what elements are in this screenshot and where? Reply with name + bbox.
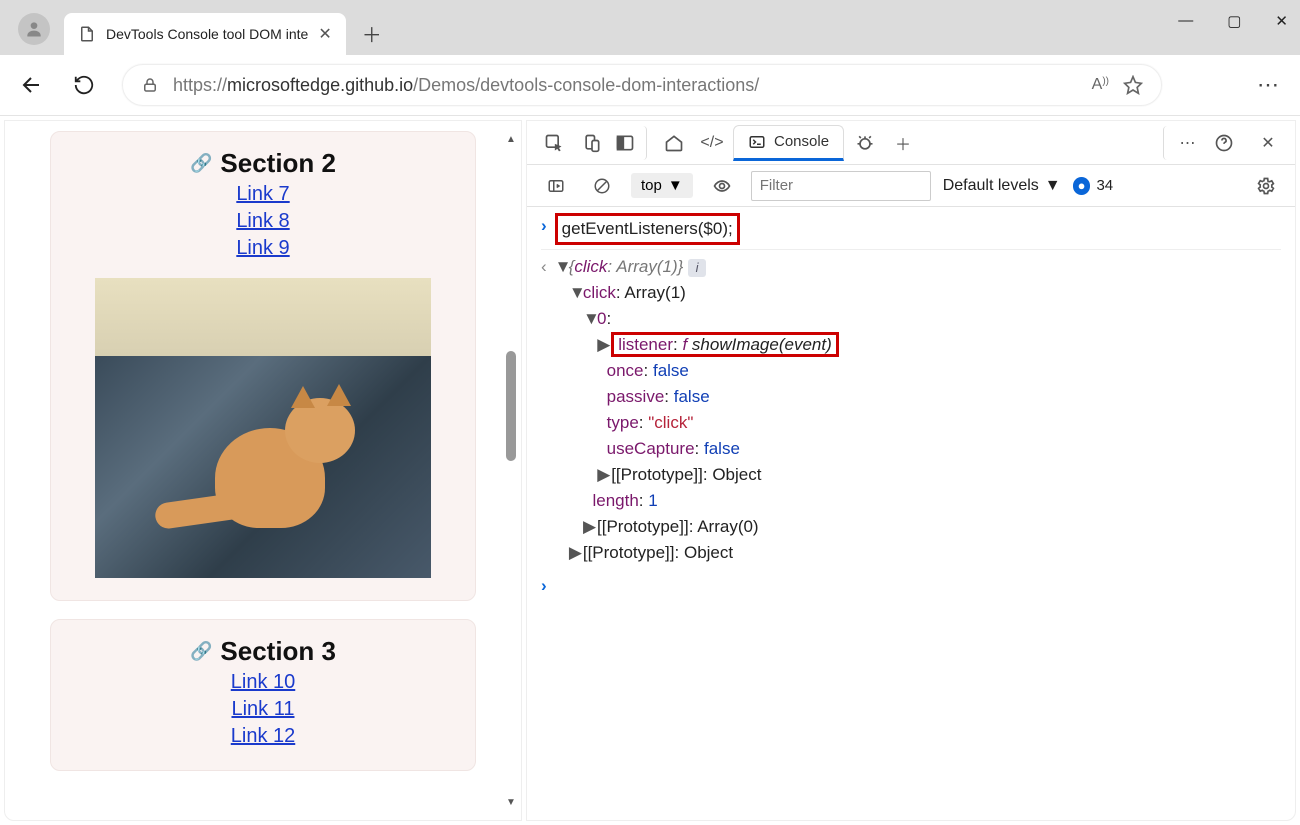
issues-tab-icon[interactable] [848, 126, 882, 160]
favorite-icon[interactable] [1123, 75, 1143, 95]
section-image[interactable] [95, 278, 431, 578]
issues-icon: ● [1073, 177, 1091, 195]
page-icon [78, 25, 96, 43]
content-area: 🔗Section 2 Link 7 Link 8 Link 9 🔗Section… [0, 115, 1300, 825]
menu-button[interactable]: ⋯ [1254, 72, 1282, 98]
result-icon: ‹ [541, 254, 547, 280]
console-settings-icon[interactable] [1249, 169, 1283, 203]
section-heading: 🔗Section 2 [71, 148, 455, 179]
clear-console-icon[interactable] [585, 169, 619, 203]
chevron-down-icon: ▼ [668, 177, 683, 194]
close-window-button[interactable]: ✕ [1275, 12, 1288, 30]
highlighted-input: getEventListeners($0); [555, 213, 740, 245]
more-tabs-icon[interactable]: ＋ [886, 126, 920, 160]
prompt-icon: › [541, 213, 547, 239]
log-levels-selector[interactable]: Default levels▼ [943, 177, 1061, 195]
filter-input[interactable] [751, 171, 931, 201]
back-button[interactable] [18, 73, 46, 97]
anchor-icon: 🔗 [190, 153, 212, 174]
url-text: https://microsoftedge.github.io/Demos/de… [173, 75, 1078, 96]
profile-avatar[interactable] [18, 13, 50, 45]
help-icon[interactable] [1207, 126, 1241, 160]
page-link[interactable]: Link 10 [71, 671, 455, 694]
elements-tab-icon[interactable]: </> [695, 126, 729, 160]
chevron-down-icon: ▼ [1045, 177, 1061, 195]
minimize-button[interactable]: — [1178, 12, 1193, 30]
welcome-tab-icon[interactable] [657, 126, 691, 160]
refresh-button[interactable] [70, 74, 98, 96]
devtools-more-icon[interactable]: ⋯ [1163, 126, 1197, 160]
console-tab-label: Console [774, 133, 829, 150]
toggle-sidebar-icon[interactable] [539, 169, 573, 203]
close-devtools-icon[interactable]: ✕ [1251, 126, 1285, 160]
device-emulation-icon[interactable] [575, 126, 609, 160]
new-tab-button[interactable]: ＋ [352, 13, 392, 53]
anchor-icon: 🔗 [190, 641, 212, 662]
nav-bar: https://microsoftedge.github.io/Demos/de… [0, 55, 1300, 115]
issues-badge[interactable]: ● 34 [1073, 177, 1114, 195]
page-viewport: 🔗Section 2 Link 7 Link 8 Link 9 🔗Section… [4, 120, 522, 821]
browser-tab[interactable]: DevTools Console tool DOM inte ✕ [64, 13, 346, 55]
console-toolbar: top▼ Default levels▼ ● 34 [527, 165, 1295, 207]
read-aloud-icon[interactable]: A)) [1092, 76, 1109, 94]
section-card: 🔗Section 2 Link 7 Link 8 Link 9 [50, 131, 476, 601]
console-input-row: › getEventListeners($0); [541, 213, 1281, 245]
console-output[interactable]: › getEventListeners($0); ‹ ▼{click: Arra… [527, 207, 1295, 820]
page-link[interactable]: Link 11 [71, 698, 455, 721]
lock-icon [141, 76, 159, 94]
devtools-tab-bar: </> Console ＋ ⋯ ✕ [527, 121, 1295, 165]
close-tab-icon[interactable]: ✕ [318, 24, 331, 44]
section-heading: 🔗Section 3 [71, 636, 455, 667]
console-icon [748, 133, 766, 151]
maximize-button[interactable]: ▢ [1227, 12, 1241, 30]
scroll-up-icon[interactable]: ▲ [503, 131, 519, 147]
live-expression-icon[interactable] [705, 169, 739, 203]
console-prompt[interactable]: › [541, 576, 1281, 596]
page-link[interactable]: Link 12 [71, 725, 455, 748]
info-icon[interactable]: i [688, 259, 706, 277]
result-tree[interactable]: ▼{click: Array(1)} i ▼click: Array(1) ▼0… [555, 254, 839, 566]
console-result-row: ‹ ▼{click: Array(1)} i ▼click: Array(1) … [541, 249, 1281, 566]
page-link[interactable]: Link 9 [71, 237, 455, 260]
page-link[interactable]: Link 8 [71, 210, 455, 233]
dock-side-icon[interactable] [613, 126, 647, 160]
address-bar[interactable]: https://microsoftedge.github.io/Demos/de… [122, 64, 1162, 106]
tab-title: DevTools Console tool DOM inte [106, 26, 308, 42]
section-card: 🔗Section 3 Link 10 Link 11 Link 12 [50, 619, 476, 771]
scroll-down-icon[interactable]: ▼ [503, 794, 519, 810]
context-selector[interactable]: top▼ [631, 173, 693, 198]
inspect-element-icon[interactable] [537, 126, 571, 160]
title-bar: DevTools Console tool DOM inte ✕ ＋ — ▢ ✕ [0, 0, 1300, 55]
devtools-pane: </> Console ＋ ⋯ ✕ top▼ Default levels▼ ●… [526, 120, 1296, 821]
console-tab[interactable]: Console [733, 125, 844, 161]
window-controls: — ▢ ✕ [1178, 12, 1288, 30]
page-scrollbar[interactable]: ▲ ▼ [503, 131, 519, 810]
page-link[interactable]: Link 7 [71, 183, 455, 206]
scroll-thumb[interactable] [506, 351, 516, 461]
